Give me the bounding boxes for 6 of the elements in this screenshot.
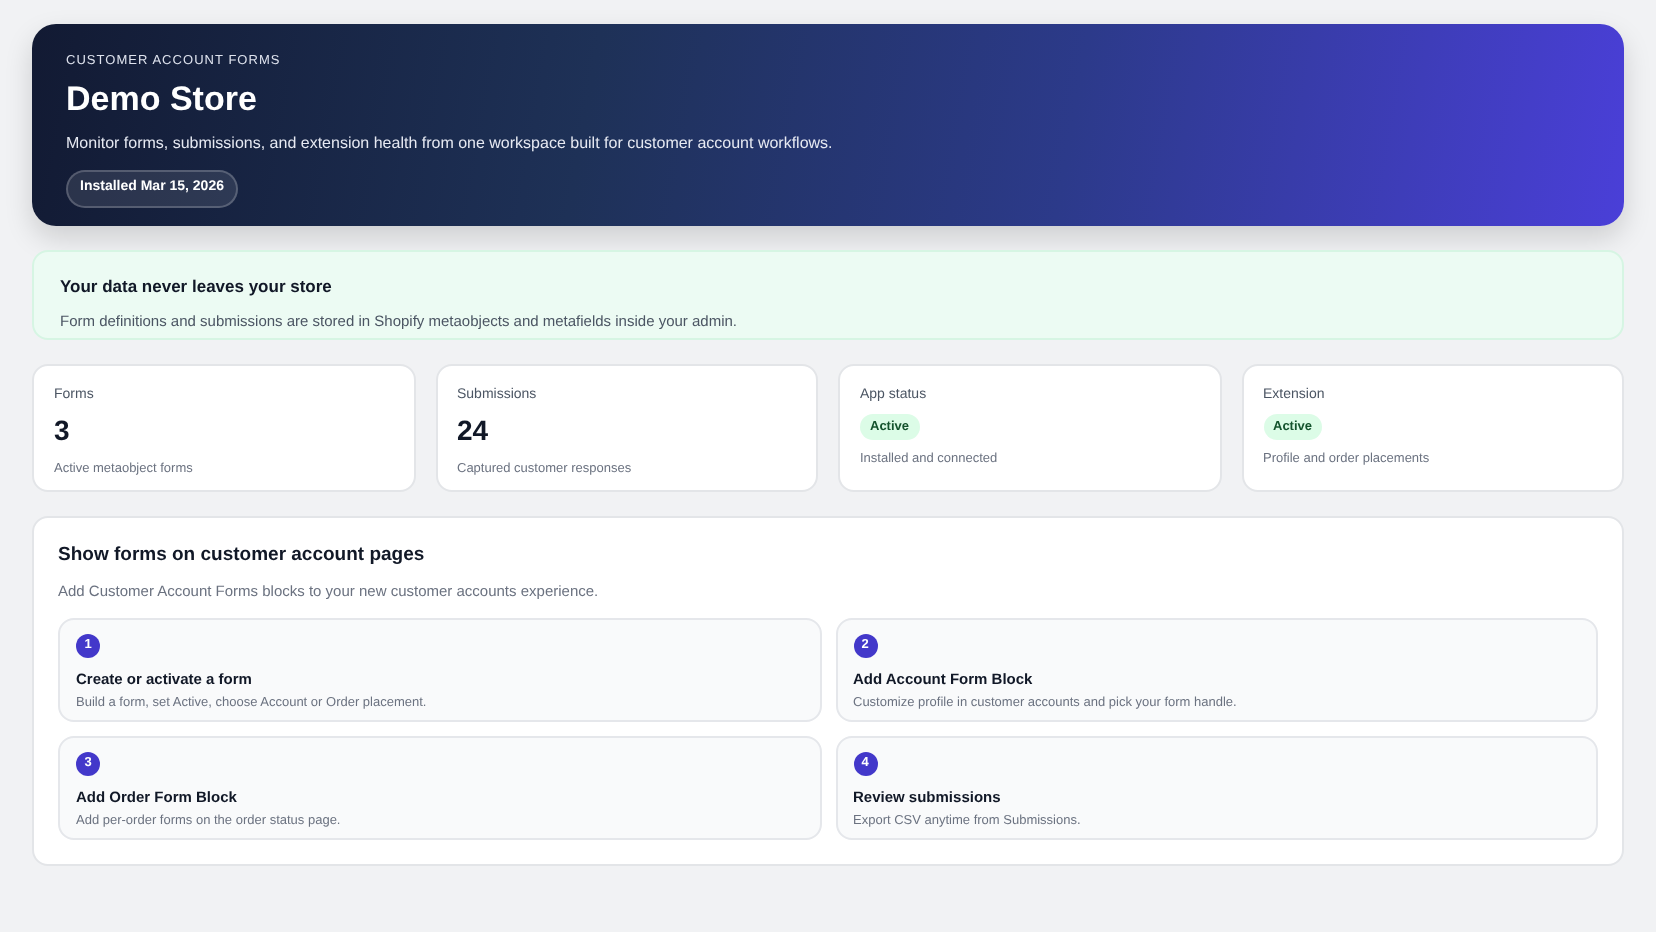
store-title: Demo Store [66, 77, 257, 120]
stat-value: 3 [54, 413, 70, 448]
notice-title: Your data never leaves your store [60, 274, 332, 300]
hero-subtitle: Monitor forms, submissions, and extension health from one workspace built for customer account workflows. [66, 132, 833, 156]
stat-value: 24 [457, 413, 489, 448]
setup-title: Show forms on customer account pages [58, 542, 427, 570]
